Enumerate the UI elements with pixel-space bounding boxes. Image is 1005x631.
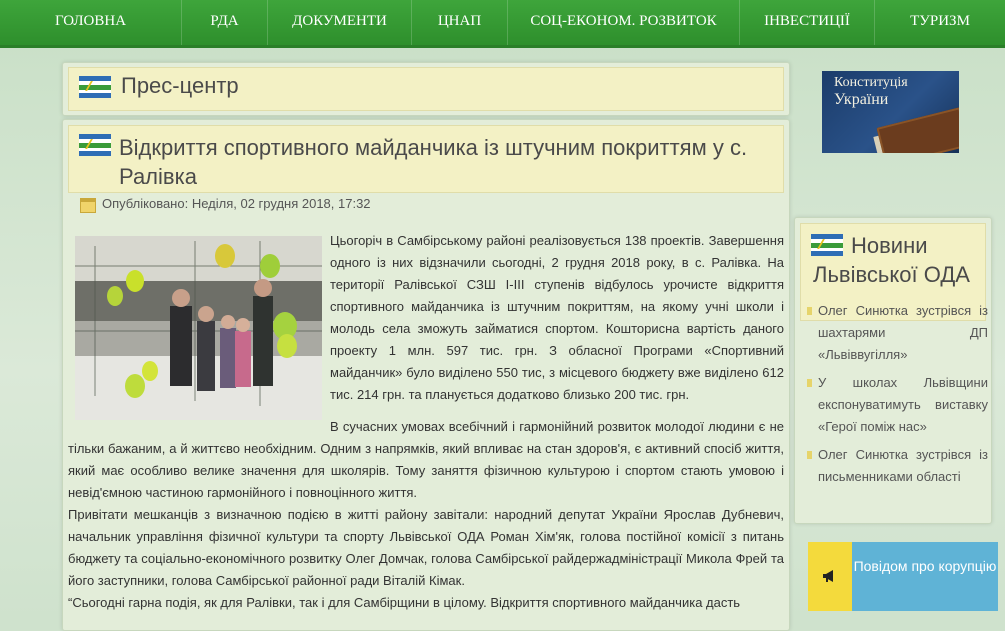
nav-item-socio-economic[interactable]: СОЦ-ЕКОНОМ. РОЗВИТОК xyxy=(508,0,740,45)
article-paragraph: Привітати мешканців з визначною подією в… xyxy=(68,507,784,588)
news-item[interactable]: У школах Львівщини експонуватимуть виста… xyxy=(804,372,988,438)
section-title: Прес-центр xyxy=(121,73,239,98)
article-photo[interactable] xyxy=(75,236,322,420)
district-flag-icon xyxy=(79,134,111,156)
nav-item-documents[interactable]: ДОКУМЕНТИ xyxy=(268,0,412,45)
report-corruption-button[interactable]: Повідом про корупцію xyxy=(808,542,998,611)
report-corruption-label: Повідом про корупцію xyxy=(853,558,997,574)
calendar-icon xyxy=(80,198,96,213)
main-nav: ГОЛОВНА РДА ДОКУМЕНТИ ЦНАП СОЦ-ЕКОНОМ. Р… xyxy=(0,0,1005,48)
nav-item-rda[interactable]: РДА xyxy=(182,0,268,45)
news-title: Новини Львівської ОДА xyxy=(813,233,970,287)
book-graphic xyxy=(876,107,959,153)
district-flag-icon xyxy=(79,76,111,98)
news-item[interactable]: Олег Синютка зустрівся із письменниками … xyxy=(804,444,988,488)
section-panel: Прес-центр xyxy=(62,62,790,116)
report-icon-box xyxy=(808,542,852,611)
nav-item-investments[interactable]: ІНВЕСТИЦІЇ xyxy=(740,0,875,45)
section-header: Прес-центр xyxy=(68,67,784,111)
article-paragraph: В сучасних умовах всебічний і гармонійни… xyxy=(68,419,784,500)
nav-item-tourism[interactable]: ТУРИЗМ xyxy=(875,0,1005,45)
article-header: Відкриття спортивного майданчика із штуч… xyxy=(68,125,784,193)
nav-item-cnap[interactable]: ЦНАП xyxy=(412,0,508,45)
news-item[interactable]: Олег Синютка зустрівся із шахтарями ДП «… xyxy=(804,300,988,366)
nav-item-home[interactable]: ГОЛОВНА xyxy=(0,0,182,45)
news-list: Олег Синютка зустрівся із шахтарями ДП «… xyxy=(804,300,988,494)
published-date: Опубліковано: Неділя, 02 грудня 2018, 17… xyxy=(102,196,371,211)
constitution-banner-line2: України xyxy=(834,91,889,108)
article-title: Відкриття спортивного майданчика із штуч… xyxy=(119,135,748,189)
article-paragraph: Цьогоріч в Самбірському районі реалізову… xyxy=(330,233,784,402)
constitution-banner[interactable]: Конституція України xyxy=(822,71,959,153)
article-paragraph: “Сьогодні гарна подія, як для Ралівки, т… xyxy=(68,595,741,610)
megaphone-icon xyxy=(823,570,833,582)
constitution-banner-line1: Конституція xyxy=(834,75,908,90)
